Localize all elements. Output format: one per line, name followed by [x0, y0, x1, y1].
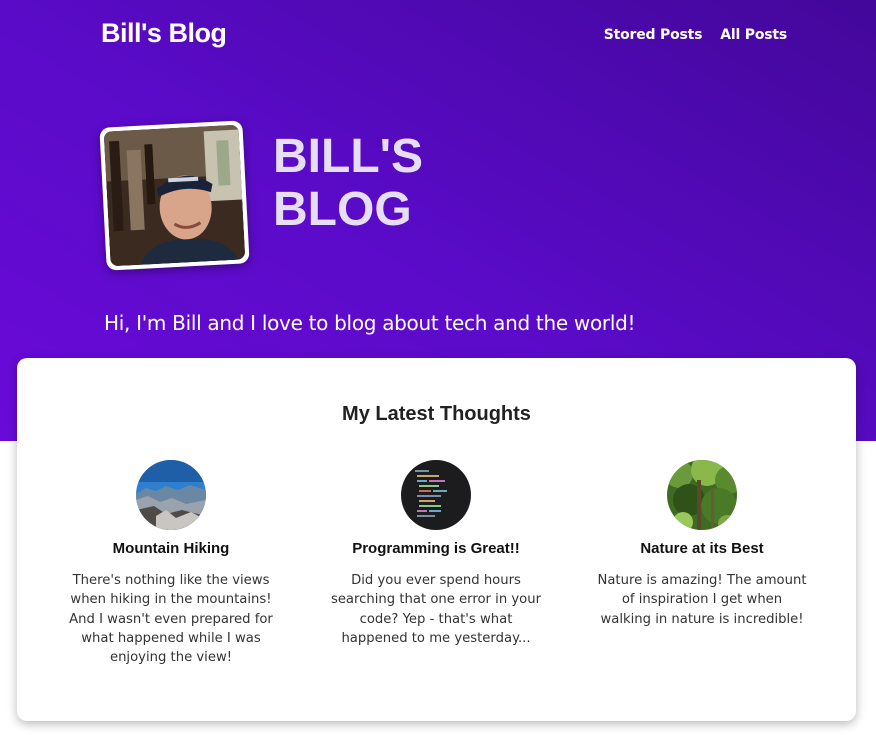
- hero-title: Bill's Blog: [273, 130, 423, 236]
- post-title: Programming is Great!!: [352, 540, 520, 557]
- main-nav: Stored Posts All Posts: [604, 27, 787, 43]
- post-card-mountain-hiking[interactable]: Mountain Hiking There's nothing like the…: [56, 460, 286, 667]
- post-card-nature[interactable]: Nature at its Best Nature is amazing! Th…: [587, 460, 817, 629]
- post-excerpt: Nature is amazing! The amount of inspira…: [597, 573, 807, 627]
- latest-thoughts-card: My Latest Thoughts Mountain Hiking There…: [17, 358, 856, 721]
- forest-thumbnail: [667, 460, 737, 530]
- hero-title-line2: Blog: [273, 183, 412, 236]
- post-title: Nature at its Best: [640, 540, 764, 557]
- hero-tagline: Hi, I'm Bill and I love to blog about te…: [104, 311, 636, 335]
- nav-link-stored-posts[interactable]: Stored Posts: [604, 27, 703, 43]
- post-title: Mountain Hiking: [112, 540, 230, 557]
- mountain-thumbnail: [136, 460, 206, 530]
- post-card-programming[interactable]: Programming is Great!! Did you ever spen…: [321, 460, 551, 648]
- nav-link-all-posts[interactable]: All Posts: [720, 27, 787, 43]
- brand-logo-link[interactable]: Bill's Blog: [101, 18, 227, 49]
- code-thumbnail: [401, 460, 471, 530]
- hero-title-line1: Bill's: [273, 130, 424, 183]
- post-excerpt: Did you ever spend hours searching that …: [330, 573, 542, 646]
- post-excerpt: There's nothing like the views when hiki…: [69, 573, 273, 666]
- profile-photo: [103, 124, 246, 267]
- section-title: My Latest Thoughts: [342, 403, 531, 425]
- profile-photo-frame: [99, 120, 250, 271]
